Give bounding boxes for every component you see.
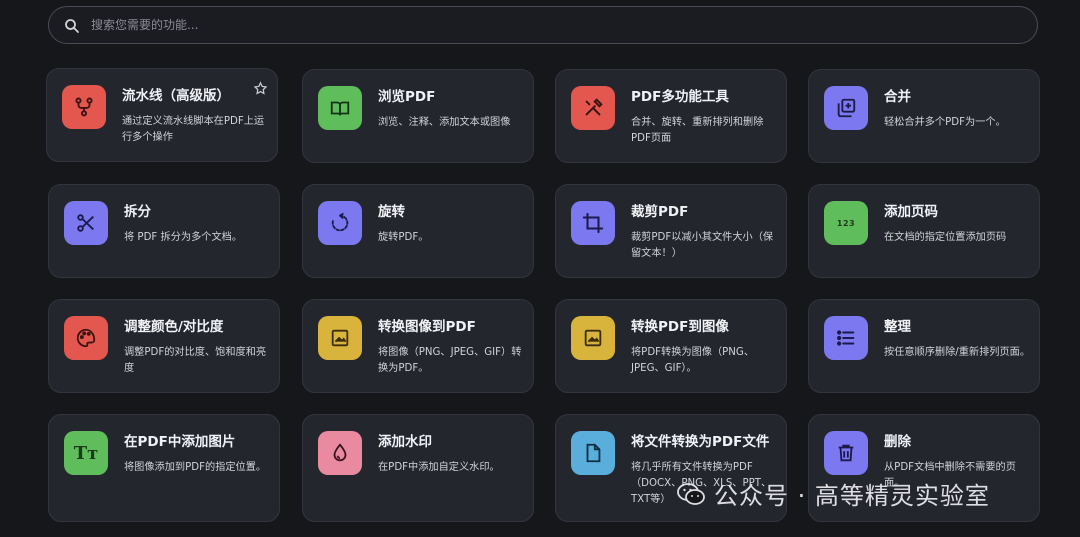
card-title: 整理: [884, 319, 911, 335]
list-icon: [824, 316, 868, 360]
card-split[interactable]: 拆分 将 PDF 拆分为多个文档。: [48, 184, 280, 278]
wechat-icon: [677, 482, 705, 505]
image-icon: [318, 316, 362, 360]
card-description: 将图像添加到PDF的指定位置。: [124, 462, 267, 473]
text-icon-glyph: Tт: [73, 442, 99, 464]
card-title: 删除: [884, 434, 911, 450]
card-title: 裁剪PDF: [631, 204, 689, 220]
card-adjust-colors[interactable]: 调整颜色/对比度 调整PDF的对比度、饱和度和亮度: [48, 299, 280, 393]
card-description: 调整PDF的对比度、饱和度和亮度: [124, 347, 267, 374]
pipeline-icon: [62, 85, 106, 129]
card-description: 在PDF中添加自定义水印。: [378, 462, 500, 473]
card-pdf-to-image[interactable]: 转换PDF到图像 将PDF转换为图像（PNG、JPEG、GIF）。: [555, 299, 787, 393]
card-description: 在文档的指定位置添加页码: [884, 232, 1007, 243]
file-icon: [571, 431, 615, 475]
card-pipeline[interactable]: 流水线（高级版） 通过定义流水线脚本在PDF上运行多个操作: [46, 68, 278, 162]
card-merge[interactable]: 合并 轻松合并多个PDF为一个。: [808, 69, 1040, 163]
card-title: 拆分: [124, 204, 151, 220]
card-title: 调整颜色/对比度: [124, 319, 224, 335]
star-icon[interactable]: [253, 81, 268, 96]
scissors-icon: [64, 201, 108, 245]
card-title: 流水线（高级版）: [122, 88, 230, 104]
card-title: 旋转: [378, 204, 405, 220]
card-description: 旋转PDF。: [378, 232, 429, 243]
card-title: 添加页码: [884, 204, 938, 220]
card-description: 按任意顺序删除/重新排列页面。: [884, 347, 1031, 358]
search-input[interactable]: [91, 7, 991, 43]
card-crop[interactable]: 裁剪PDF 裁剪PDF以减小其文件大小（保留文本！）: [555, 184, 787, 278]
card-page-numbers[interactable]: 123 添加页码 在文档的指定位置添加页码: [808, 184, 1040, 278]
card-title: 添加水印: [378, 434, 432, 450]
card-title: 合并: [884, 89, 911, 105]
card-add-watermark[interactable]: 添加水印 在PDF中添加自定义水印。: [302, 414, 534, 522]
watermark-text: 公众号 · 高等精灵实验室: [714, 482, 990, 510]
card-title: 在PDF中添加图片: [124, 434, 236, 450]
card-title: 转换图像到PDF: [378, 319, 476, 335]
page-number-icon: 123: [824, 201, 868, 245]
card-title: 将文件转换为PDF文件: [631, 434, 770, 450]
droplet-icon: [318, 431, 362, 475]
tools-icon: [571, 86, 615, 130]
book-icon: [318, 86, 362, 130]
watermark-overlay: 公众号 · 高等精灵实验室: [676, 476, 990, 511]
card-description: 浏览、注释、添加文本或图像: [378, 117, 511, 128]
card-description: 将PDF转换为图像（PNG、JPEG、GIF）。: [631, 347, 755, 374]
search-icon: [65, 19, 79, 33]
text-icon: Tт: [64, 431, 108, 475]
card-description: 通过定义流水线脚本在PDF上运行多个操作: [122, 116, 265, 143]
card-organize[interactable]: 整理 按任意顺序删除/重新排列页面。: [808, 299, 1040, 393]
trash-icon: [824, 431, 868, 475]
card-image-to-pdf[interactable]: 转换图像到PDF 将图像（PNG、JPEG、GIF）转换为PDF。: [302, 299, 534, 393]
crop-icon: [571, 201, 615, 245]
card-rotate[interactable]: 旋转 旋转PDF。: [302, 184, 534, 278]
merge-icon: [824, 86, 868, 130]
image-icon: [571, 316, 615, 360]
card-add-image[interactable]: Tт 在PDF中添加图片 将图像添加到PDF的指定位置。: [48, 414, 280, 522]
rotate-icon: [318, 201, 362, 245]
card-description: 将图像（PNG、JPEG、GIF）转换为PDF。: [378, 347, 522, 374]
palette-icon: [64, 316, 108, 360]
card-description: 将 PDF 拆分为多个文档。: [124, 232, 243, 243]
page-number-icon-text: 123: [836, 218, 856, 228]
card-description: 合并、旋转、重新排列和删除PDF页面: [631, 117, 764, 144]
card-view-pdf[interactable]: 浏览PDF 浏览、注释、添加文本或图像: [302, 69, 534, 163]
card-title: PDF多功能工具: [631, 89, 729, 105]
card-title: 转换PDF到图像: [631, 319, 729, 335]
card-description: 裁剪PDF以减小其文件大小（保留文本！）: [631, 232, 774, 259]
search-bar[interactable]: [48, 6, 1038, 44]
card-title: 浏览PDF: [378, 89, 436, 105]
card-multi-tool[interactable]: PDF多功能工具 合并、旋转、重新排列和删除PDF页面: [555, 69, 787, 163]
card-description: 轻松合并多个PDF为一个。: [884, 117, 1006, 128]
